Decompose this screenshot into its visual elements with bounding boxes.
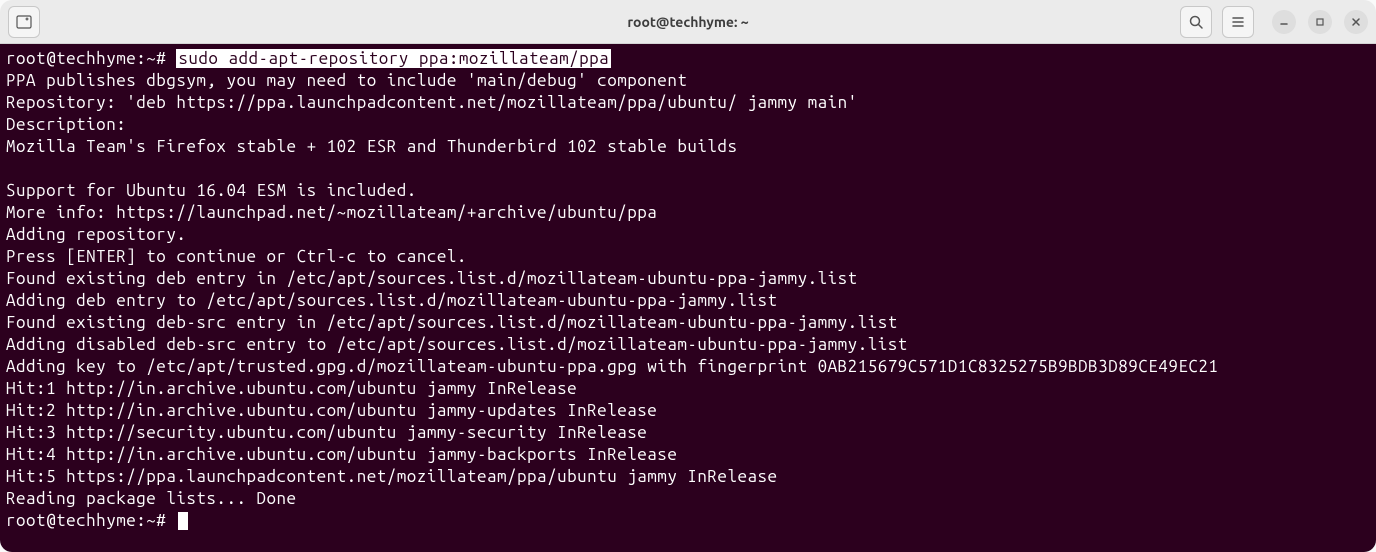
window-controls [1272,10,1368,34]
output-line: Description: [6,114,1370,136]
maximize-button[interactable] [1308,10,1332,34]
titlebar-right [1180,6,1368,38]
terminal-tab-icon [16,14,32,30]
output-line: Support for Ubuntu 16.04 ESM is included… [6,180,1370,202]
terminal-window: root@techhyme: ~ [0,0,1376,552]
minimize-button[interactable] [1272,10,1296,34]
titlebar: root@techhyme: ~ [0,0,1376,44]
command-line-2: root@techhyme:~# [6,510,1370,532]
output-line: Adding deb entry to /etc/apt/sources.lis… [6,290,1370,312]
maximize-icon [1315,17,1325,27]
command-line-1: root@techhyme:~# sudo add-apt-repository… [6,48,1370,70]
output-line: Hit:3 http://security.ubuntu.com/ubuntu … [6,422,1370,444]
window-title: root@techhyme: ~ [627,14,748,30]
minimize-icon [1279,17,1289,27]
output-line: Hit:1 http://in.archive.ubuntu.com/ubunt… [6,378,1370,400]
search-button[interactable] [1180,6,1212,38]
hamburger-icon [1230,14,1246,30]
prompt-1: root@techhyme:~# [6,49,176,68]
titlebar-left [8,6,40,38]
output-line: Hit:4 http://in.archive.ubuntu.com/ubunt… [6,444,1370,466]
output-line: PPA publishes dbgsym, you may need to in… [6,70,1370,92]
output-line: Repository: 'deb https://ppa.launchpadco… [6,92,1370,114]
close-icon [1351,17,1361,27]
output-line [6,158,1370,180]
prompt-2: root@techhyme:~# [6,511,176,530]
output-line: Adding disabled deb-src entry to /etc/ap… [6,334,1370,356]
terminal-area[interactable]: root@techhyme:~# sudo add-apt-repository… [0,44,1376,552]
close-button[interactable] [1344,10,1368,34]
output-line: Found existing deb-src entry in /etc/apt… [6,312,1370,334]
output-line: Mozilla Team's Firefox stable + 102 ESR … [6,136,1370,158]
output-line: Adding repository. [6,224,1370,246]
search-icon [1188,14,1204,30]
cursor [178,512,188,530]
new-tab-button[interactable] [8,6,40,38]
menu-button[interactable] [1222,6,1254,38]
command-text: sudo add-apt-repository ppa:mozillateam/… [176,49,611,68]
output-line: Found existing deb entry in /etc/apt/sou… [6,268,1370,290]
output-line: More info: https://launchpad.net/~mozill… [6,202,1370,224]
output-line: Press [ENTER] to continue or Ctrl-c to c… [6,246,1370,268]
output-line: Reading package lists... Done [6,488,1370,510]
output-line: Adding key to /etc/apt/trusted.gpg.d/moz… [6,356,1370,378]
terminal-output: PPA publishes dbgsym, you may need to in… [6,70,1370,510]
output-line: Hit:2 http://in.archive.ubuntu.com/ubunt… [6,400,1370,422]
output-line: Hit:5 https://ppa.launchpadcontent.net/m… [6,466,1370,488]
